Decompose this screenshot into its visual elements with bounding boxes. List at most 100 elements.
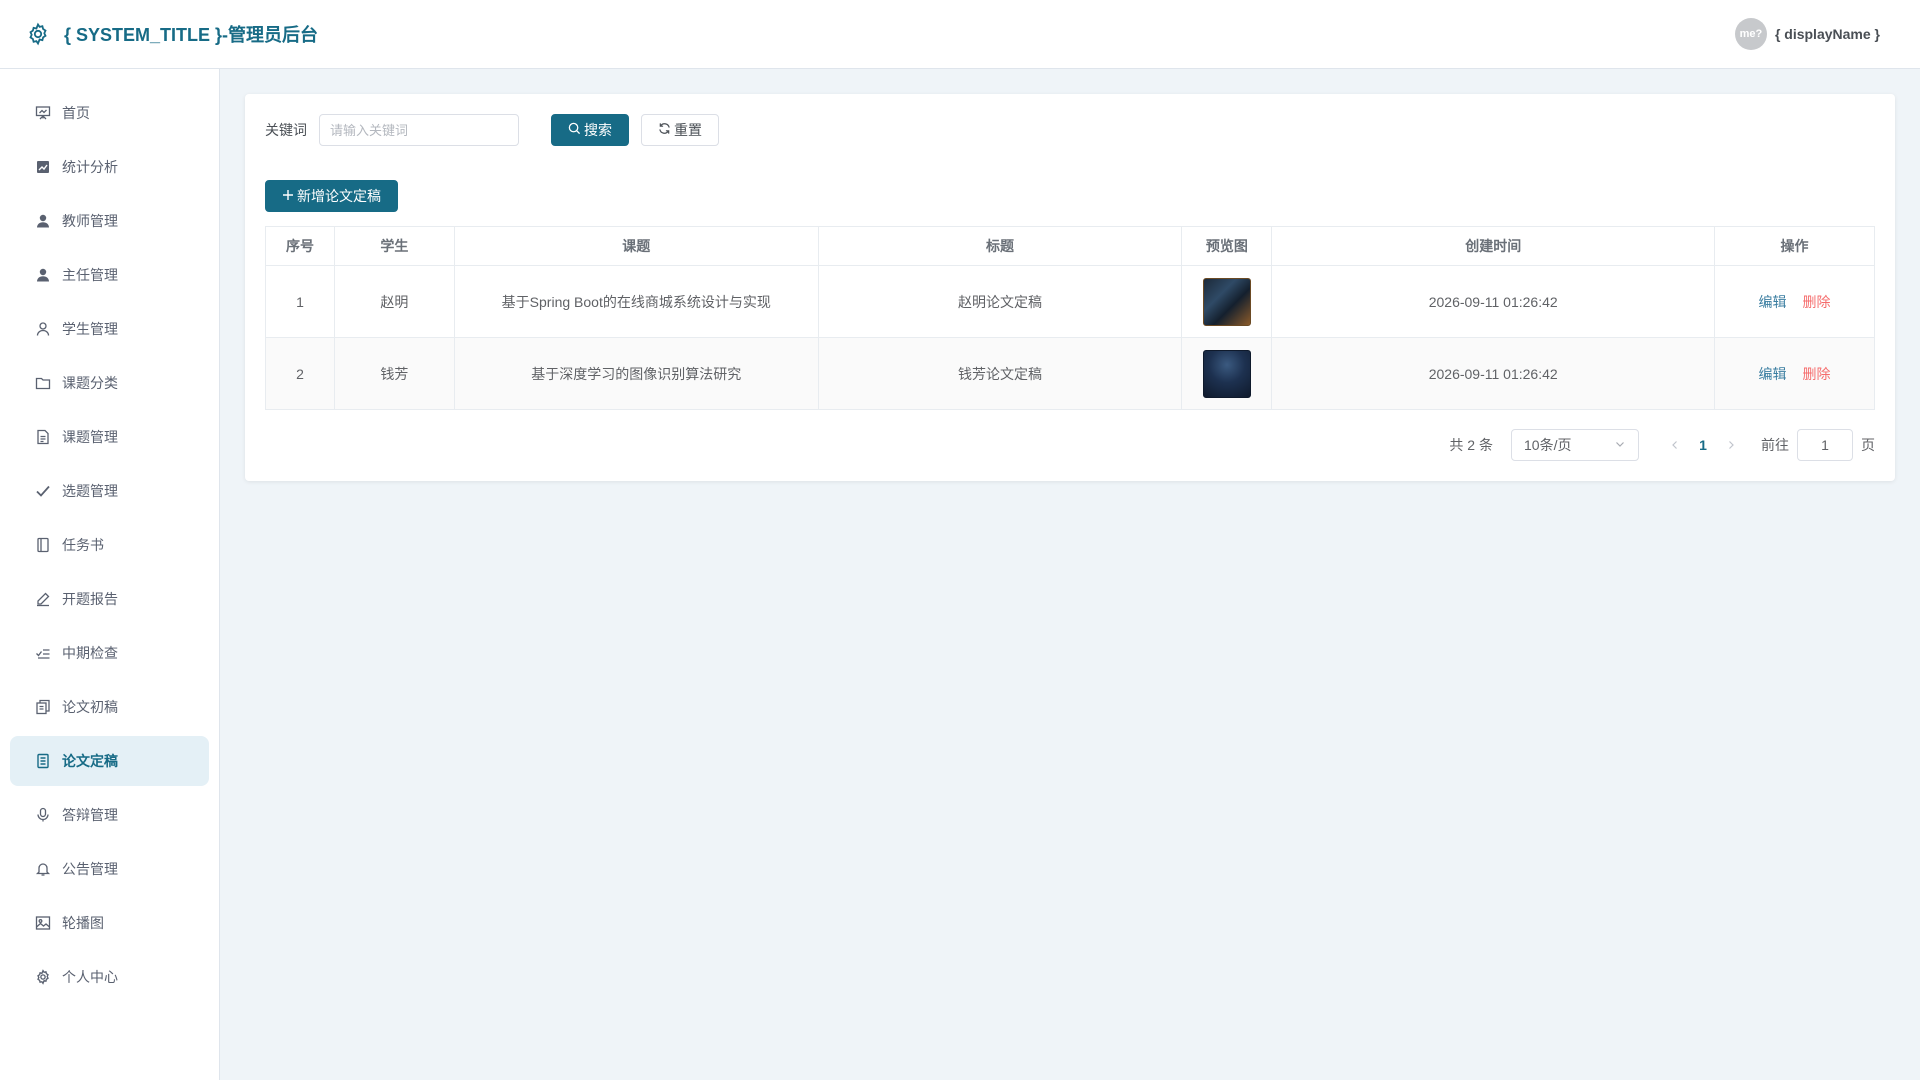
top-header: { SYSTEM_TITLE }-管理员后台 me? { displayName…	[0, 0, 1920, 69]
edit-link[interactable]: 编辑	[1759, 294, 1787, 310]
sidebar-item-label: 开题报告	[62, 591, 118, 607]
reset-button[interactable]: 重置	[641, 114, 719, 146]
sidebar-item-announcements[interactable]: 公告管理	[10, 844, 209, 894]
cell-title: 赵明论文定稿	[817, 265, 1183, 338]
user-outline-icon	[34, 320, 52, 338]
main-content: 关键词 搜索 重置 新增论文定稿 序号 学生 课题	[220, 69, 1920, 1080]
avatar[interactable]: me?	[1734, 18, 1767, 50]
sidebar-item-label: 主任管理	[62, 267, 118, 283]
page-size-select[interactable]: 10条/页	[1511, 429, 1639, 461]
tickets-icon	[34, 752, 52, 770]
search-label: 关键词	[265, 122, 307, 138]
sidebar-item-label: 答辩管理	[62, 807, 118, 823]
delete-link[interactable]: 删除	[1803, 294, 1831, 310]
sidebar-item-students[interactable]: 学生管理	[10, 304, 209, 354]
column-header: 操作	[1714, 226, 1875, 266]
sidebar-item-label: 轮播图	[62, 915, 104, 931]
search-icon	[568, 122, 581, 138]
add-final-draft-button[interactable]: 新增论文定稿	[265, 180, 398, 212]
plus-icon	[282, 188, 294, 204]
column-header: 预览图	[1181, 226, 1273, 266]
user-display-name[interactable]: { displayName }	[1775, 26, 1880, 42]
bell-icon	[34, 860, 52, 878]
next-page-button[interactable]	[1719, 437, 1743, 453]
page-size-value: 10条/页	[1524, 437, 1572, 453]
sidebar-item-label: 论文初稿	[62, 699, 118, 715]
brand: { SYSTEM_TITLE }-管理员后台	[24, 20, 318, 48]
cell-student: 赵明	[333, 265, 455, 338]
sidebar-item-label: 中期检查	[62, 645, 118, 661]
sidebar-item-proposal[interactable]: 开题报告	[10, 574, 209, 624]
presentation-icon	[34, 104, 52, 122]
user-menu[interactable]: me? { displayName }	[1734, 18, 1896, 50]
sidebar-item-teachers[interactable]: 教师管理	[10, 196, 209, 246]
sidebar-item-topics[interactable]: 课题管理	[10, 412, 209, 462]
preview-thumbnail[interactable]	[1202, 277, 1251, 326]
cell-actions: 编辑 删除	[1714, 265, 1875, 338]
delete-link[interactable]: 删除	[1803, 366, 1831, 382]
goto-label: 前往	[1761, 437, 1789, 453]
chart-icon	[34, 158, 52, 176]
column-header: 课题	[453, 226, 819, 266]
preview-thumbnail[interactable]	[1202, 349, 1251, 398]
page-number[interactable]: 1	[1687, 437, 1719, 453]
page-title: { SYSTEM_TITLE }-管理员后台	[64, 25, 319, 45]
cell-created: 2026-09-11 01:26:42	[1271, 265, 1716, 338]
copy-document-icon	[34, 698, 52, 716]
search-button[interactable]: 搜索	[551, 114, 629, 146]
sidebar-item-final-draft[interactable]: 论文定稿	[10, 736, 209, 786]
sidebar-item-label: 课题管理	[62, 429, 118, 445]
sidebar-item-profile[interactable]: 个人中心	[10, 952, 209, 1002]
goto-page-input[interactable]	[1797, 429, 1853, 461]
user-filled-icon	[34, 212, 52, 230]
sidebar-item-home[interactable]: 首页	[10, 88, 209, 138]
user-filled-icon	[34, 266, 52, 284]
sidebar-item-midterm[interactable]: 中期检查	[10, 628, 209, 678]
cell-title: 钱芳论文定稿	[817, 337, 1183, 410]
content-card: 关键词 搜索 重置 新增论文定稿 序号 学生 课题	[245, 94, 1895, 481]
reset-button-label: 重置	[674, 122, 702, 138]
cell-topic: 基于Spring Boot的在线商城系统设计与实现	[453, 265, 819, 338]
cell-index: 1	[265, 265, 335, 338]
cell-topic: 基于深度学习的图像识别算法研究	[453, 337, 819, 410]
column-header: 标题	[817, 226, 1183, 266]
sidebar-item-defense[interactable]: 答辩管理	[10, 790, 209, 840]
search-bar: 关键词 搜索 重置	[265, 114, 1875, 146]
sidebar-item-assignment[interactable]: 任务书	[10, 520, 209, 570]
sidebar-item-topic-selection[interactable]: 选题管理	[10, 466, 209, 516]
data-table: 序号 学生 课题 标题 预览图 创建时间 操作 1 赵明 基于Spring Bo…	[265, 226, 1875, 410]
gear-icon	[24, 20, 52, 48]
sidebar-item-directors[interactable]: 主任管理	[10, 250, 209, 300]
goto-suffix: 页	[1861, 437, 1875, 453]
sidebar-item-label: 课题分类	[62, 375, 118, 391]
column-header: 创建时间	[1271, 226, 1716, 266]
sidebar-item-carousel[interactable]: 轮播图	[10, 898, 209, 948]
sidebar-item-first-draft[interactable]: 论文初稿	[10, 682, 209, 732]
sidebar-item-statistics[interactable]: 统计分析	[10, 142, 209, 192]
chevron-right-icon	[1729, 441, 1734, 449]
chevron-left-icon	[1672, 441, 1677, 449]
pagination: 共 2 条 10条/页 1 前往 页	[1449, 429, 1875, 461]
table-row: 2 钱芳 基于深度学习的图像识别算法研究 钱芳论文定稿 2026-09-11 0…	[265, 337, 1875, 410]
check-icon	[34, 482, 52, 500]
checklist-icon	[34, 644, 52, 662]
sidebar-item-topic-categories[interactable]: 课题分类	[10, 358, 209, 408]
search-input[interactable]	[319, 114, 519, 146]
sidebar-item-label: 选题管理	[62, 483, 118, 499]
cell-preview	[1181, 337, 1273, 410]
edit-pen-icon	[34, 590, 52, 608]
cell-preview	[1181, 265, 1273, 338]
edit-link[interactable]: 编辑	[1759, 366, 1787, 382]
prev-page-button[interactable]	[1663, 437, 1687, 453]
sidebar-item-label: 教师管理	[62, 213, 118, 229]
search-button-label: 搜索	[584, 122, 612, 138]
cell-index: 2	[265, 337, 335, 410]
refresh-icon	[658, 122, 671, 138]
cell-actions: 编辑 删除	[1714, 337, 1875, 410]
column-header: 学生	[333, 226, 455, 266]
table-header-row: 序号 学生 课题 标题 预览图 创建时间 操作	[265, 226, 1875, 266]
sidebar-item-label: 首页	[62, 105, 90, 121]
picture-icon	[34, 914, 52, 932]
sidebar-item-label: 学生管理	[62, 321, 118, 337]
chevron-down-icon	[1614, 437, 1626, 453]
